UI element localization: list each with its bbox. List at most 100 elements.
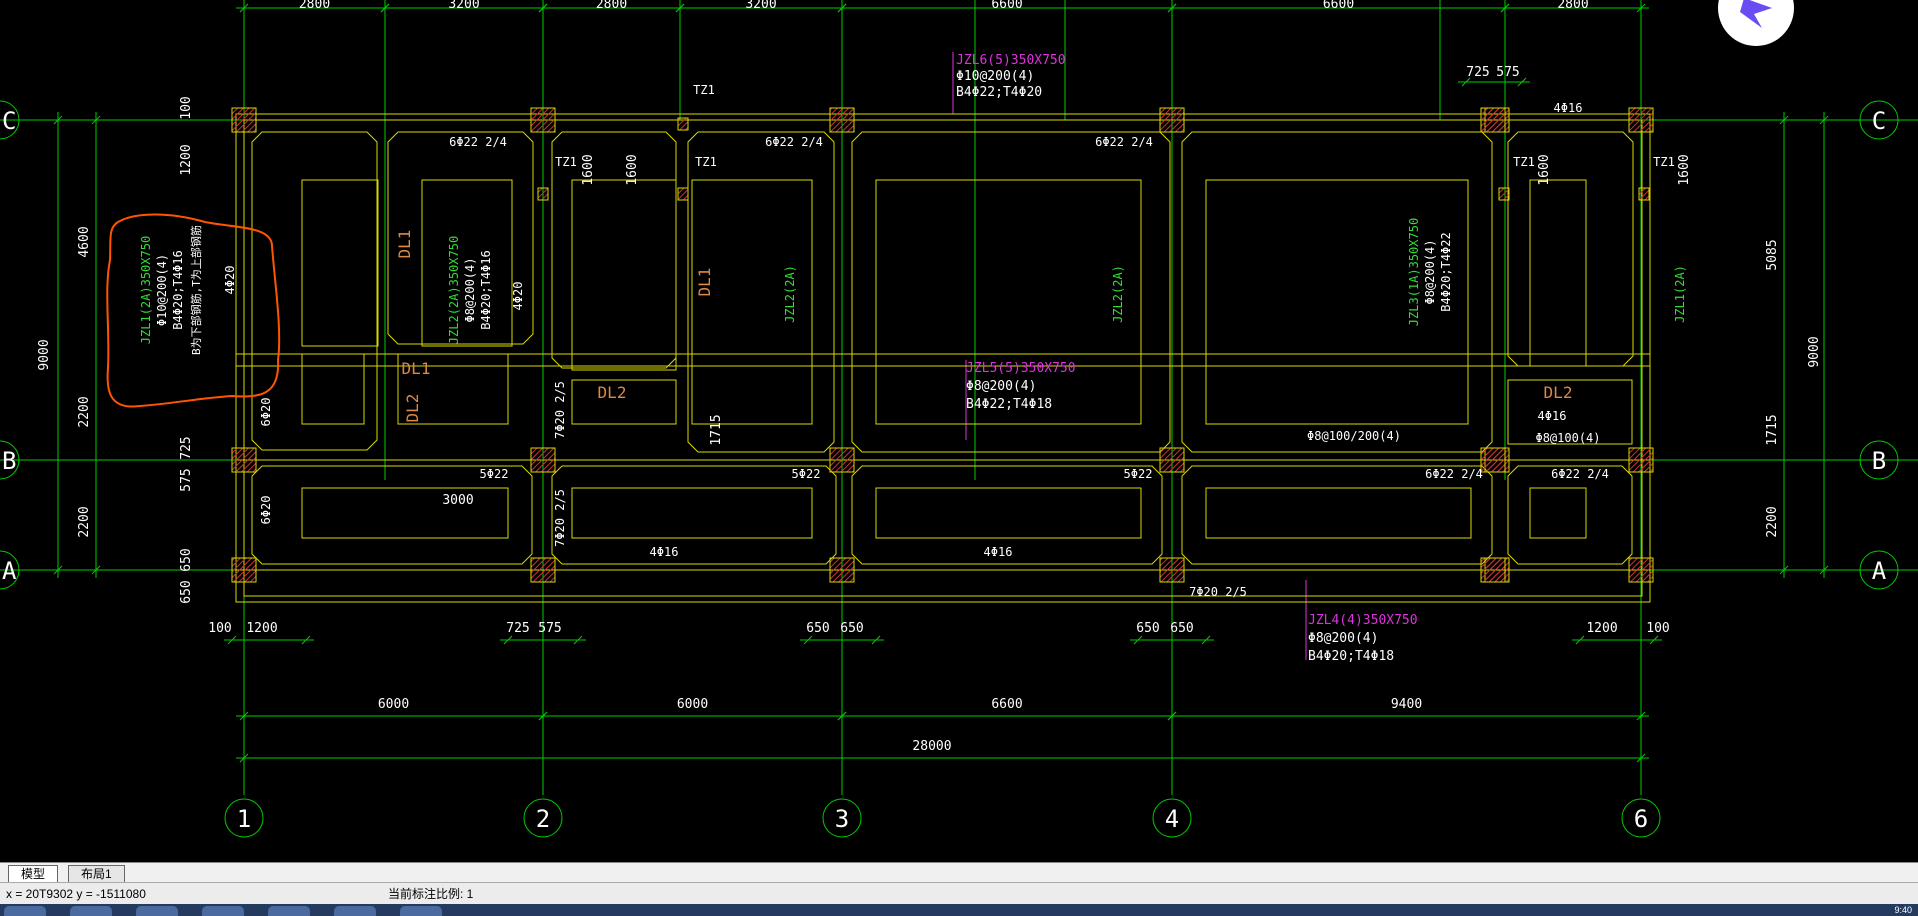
dimension-text: 9400 (1391, 697, 1422, 712)
dimension-text: 1200 (246, 621, 277, 636)
taskbar-app-button[interactable] (136, 906, 178, 916)
beam-stirrup: Φ8@200(4) (463, 257, 477, 322)
rebar-text: 5Φ22 (480, 467, 509, 481)
foundation-outline (243, 119, 1643, 597)
dimension-text: 575 (538, 621, 561, 636)
dimension-text: 3200 (745, 0, 776, 12)
beam-bars: B4Φ20;T4Φ16 (479, 250, 493, 329)
dimension-text: 650 (179, 548, 194, 571)
dimension-text: 2800 (299, 0, 330, 12)
dl2-label: DL2 (403, 394, 422, 423)
beam-stirrup: Φ8@200(4) (1308, 631, 1378, 646)
taskbar-app-button[interactable] (268, 906, 310, 916)
pedestal-outline (875, 487, 1142, 539)
beam-label: JZL1(2A) (1673, 265, 1687, 323)
beam-bars: B4Φ20;T4Φ18 (1308, 649, 1394, 664)
rebar-text: 4Φ16 (984, 545, 1013, 559)
dl1-label: DL1 (395, 230, 414, 259)
axis-label: A (1872, 557, 1887, 585)
beam-label: JZL2(2A) (1111, 265, 1125, 323)
foundation-outline (235, 113, 1651, 603)
taskbar-app-button[interactable] (400, 906, 442, 916)
dimension-text: 100 (179, 96, 194, 119)
axis-label: 4 (1165, 805, 1179, 833)
dimension-text: 1600 (625, 154, 640, 185)
taskbar-app-button[interactable] (334, 906, 376, 916)
beam-bars: B4Φ20;T4Φ22 (1439, 232, 1453, 311)
dimension-text: 6000 (378, 697, 409, 712)
dimension-text: 650 (840, 621, 863, 636)
column (231, 107, 257, 133)
taskbar-app-button[interactable] (202, 906, 244, 916)
app-logo-icon (1718, 0, 1794, 46)
rebar-text: 7Φ20 2/5 (1189, 585, 1247, 599)
beam-bars: B4Φ22;T4Φ18 (966, 397, 1052, 412)
columns (231, 107, 1654, 583)
tab-layout1[interactable]: 布局1 (68, 865, 125, 882)
pedestal-outline (1205, 487, 1472, 539)
tz-column (677, 117, 689, 131)
rebar-text: 4Φ20 (223, 266, 237, 295)
beam-stirrup: Φ10@200(4) (155, 254, 169, 326)
dimension-text: 650 (1136, 621, 1159, 636)
rebar-text: 6Φ22 2/4 (1425, 467, 1483, 481)
start-button[interactable] (4, 906, 46, 916)
dimension-text: 1600 (1677, 154, 1692, 185)
dimension-text: 650 (179, 580, 194, 603)
beam-bars: B4Φ20;T4Φ16 (171, 250, 185, 329)
beam-stirrup: Φ8@200(4) (966, 379, 1036, 394)
dimension-text: 650 (806, 621, 829, 636)
dimension-text: 2200 (77, 506, 92, 537)
dimension-text: 575 (179, 468, 194, 491)
column (530, 447, 556, 473)
rebar-text: 6Φ20 (259, 496, 273, 525)
column (1159, 447, 1185, 473)
column (231, 557, 257, 583)
dimension-text: 3000 (442, 493, 473, 508)
status-bar: x = 20T9302 y = -1511080 当前标注比例: 1 (0, 882, 1918, 905)
dl2-label: DL2 (598, 383, 627, 402)
dimension-text: 1200 (179, 144, 194, 175)
annotation-scale: 当前标注比例: 1 (388, 887, 474, 901)
axis-label: C (1872, 107, 1886, 135)
pedestal-outline (571, 179, 677, 371)
taskbar-app-button[interactable] (70, 906, 112, 916)
tz-column (1498, 187, 1510, 201)
dl2-label: DL2 (1544, 383, 1573, 402)
beam-name-jzl4: JZL4(4)350X750 (1308, 613, 1418, 628)
axis-label: 6 (1634, 805, 1648, 833)
column (829, 447, 855, 473)
column (829, 557, 855, 583)
dimension-text: 2800 (596, 0, 627, 12)
dimension-text: 5085 (1765, 239, 1780, 270)
beam-label: JZL2(2A) (783, 265, 797, 323)
dimension-text: 6600 (991, 697, 1022, 712)
rebar-text: 5Φ22 (1124, 467, 1153, 481)
drawing-canvas[interactable]: 2800 3200 2800 3200 6600 6600 2800 6000 6000 6600… (0, 0, 1918, 862)
beam-name-jzl3: JZL3(1A)350X750 (1407, 218, 1421, 326)
axis-label: B (2, 447, 16, 475)
tab-model[interactable]: 模型 (8, 865, 59, 882)
axis-label: C (2, 107, 16, 135)
column (829, 107, 855, 133)
tz1-label: TZ1 (1653, 155, 1675, 169)
rebar-text: 4Φ16 (650, 545, 679, 559)
column (1628, 557, 1654, 583)
dimension-text: 3200 (448, 0, 479, 12)
tz1-label: TZ1 (695, 155, 717, 169)
os-taskbar: 9:40 (0, 904, 1918, 916)
pedestal-outline (571, 487, 813, 539)
dimension-text: 2200 (77, 396, 92, 427)
dimension-text: 100 (208, 621, 231, 636)
system-clock: 9:40 (1894, 905, 1912, 915)
axis-label: 2 (536, 805, 550, 833)
cad-application: 2800 3200 2800 3200 6600 6600 2800 6000 6000 6600… (0, 0, 1918, 916)
column (1480, 557, 1506, 583)
beam-name-jzl5: JZL5(5)350X750 (966, 361, 1076, 376)
axis-label: B (1872, 447, 1886, 475)
axis-label: A (2, 557, 17, 585)
column (530, 107, 556, 133)
beam-stirrup: Φ10@200(4) (956, 69, 1034, 84)
beam-name-jzl1: JZL1(2A)350X750 (139, 236, 153, 344)
dimension-text: 9000 (37, 339, 52, 370)
